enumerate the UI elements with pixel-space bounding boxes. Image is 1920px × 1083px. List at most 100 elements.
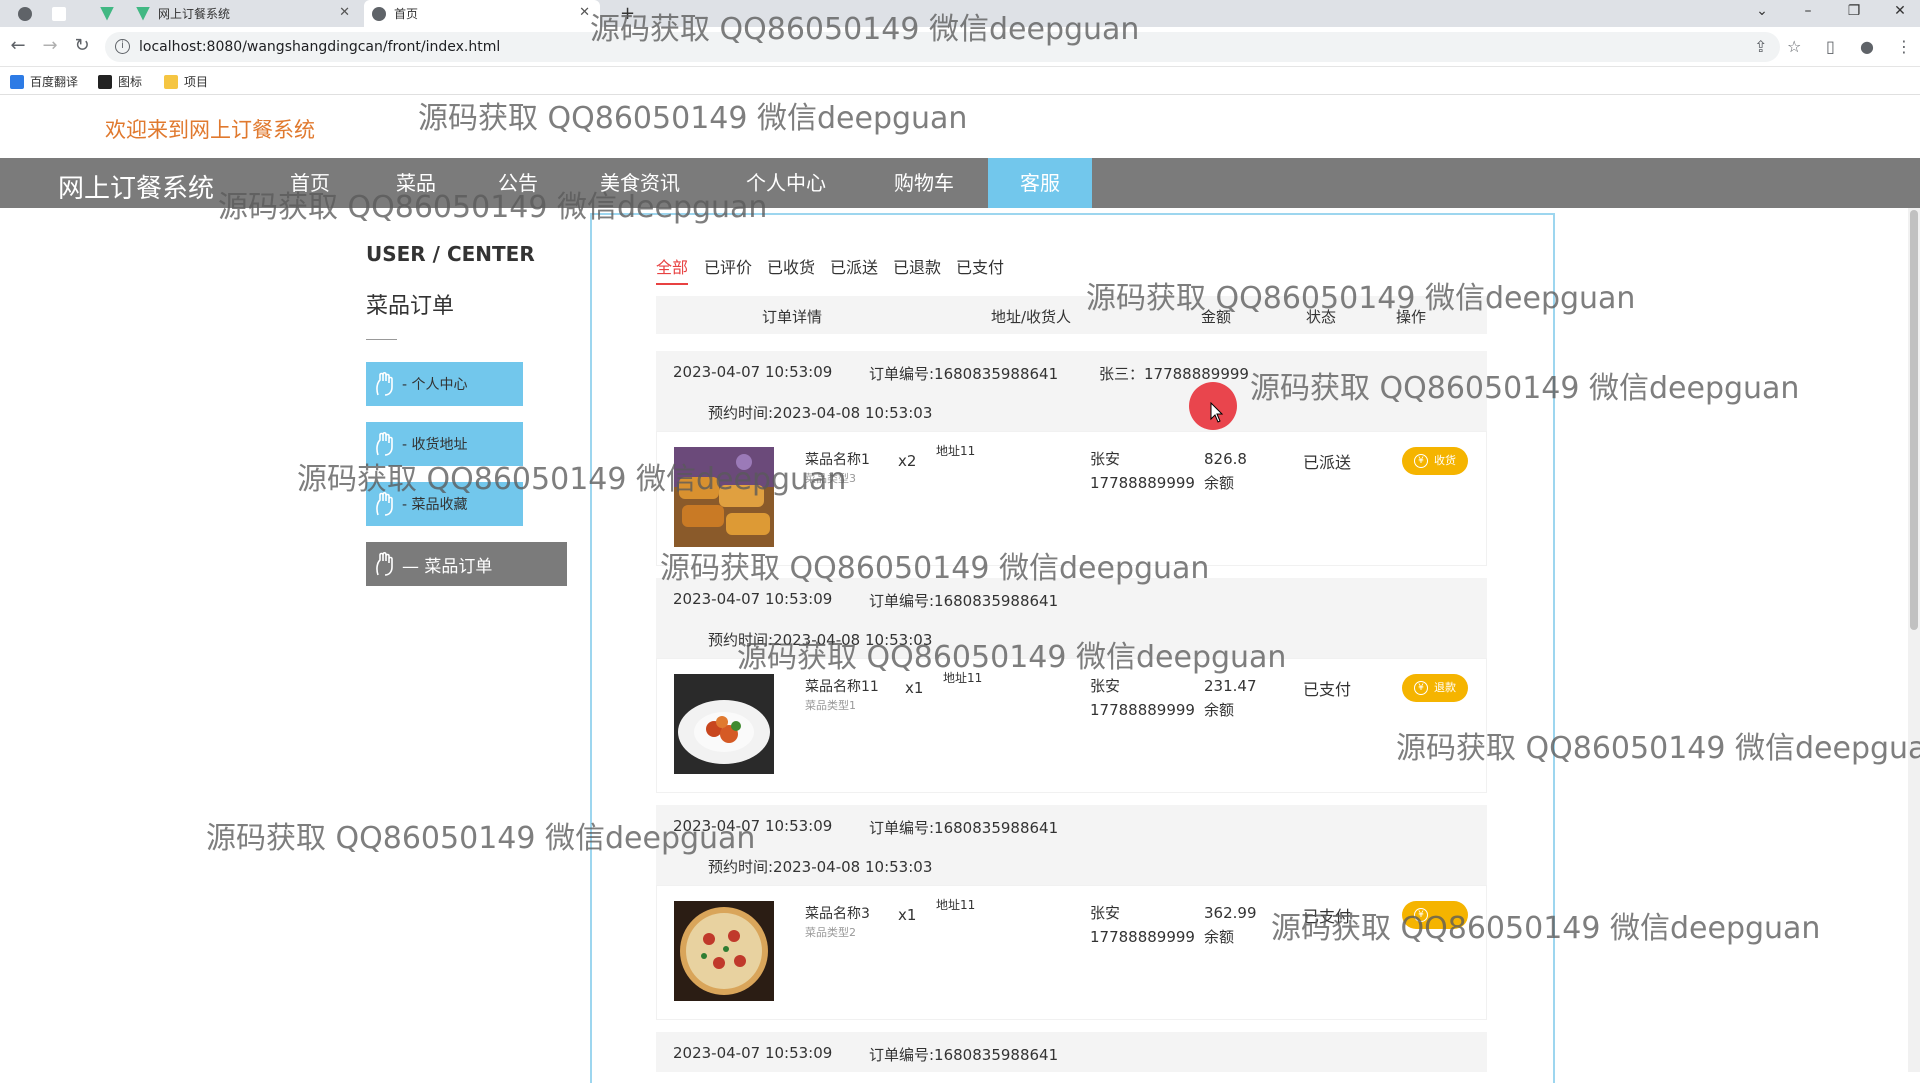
- globe-icon: [18, 6, 32, 21]
- nav-home[interactable]: 首页: [270, 158, 350, 208]
- receiver-name: 张安: [1090, 450, 1121, 468]
- order-date: 2023-04-07 10:53:09: [673, 590, 833, 608]
- mouse-cursor-icon: [1210, 402, 1224, 423]
- menu-dots-icon[interactable]: ⋮: [1896, 37, 1912, 56]
- dish-name: 菜品名称1: [805, 452, 870, 468]
- site-info-icon[interactable]: i: [115, 39, 130, 54]
- receiver-name: 张安: [1090, 904, 1121, 922]
- orders-table-header: 订单详情 地址/收货人 金额 状态 操作: [656, 296, 1487, 334]
- nav-customer-service[interactable]: 客服: [988, 158, 1092, 208]
- divider: [366, 339, 397, 340]
- receiver-phone: 17788889999: [1090, 928, 1195, 946]
- dish-type: 菜品类型1: [805, 699, 856, 712]
- receiver-name: 张安: [1090, 677, 1121, 695]
- nav-dishes[interactable]: 菜品: [376, 158, 456, 208]
- order-item: 菜品名称3 菜品类型2 x1 地址11 张安 17788889999 362.9…: [656, 885, 1487, 1020]
- header-actions: 操作: [1396, 308, 1427, 326]
- filter-refunded[interactable]: 已退款: [893, 254, 941, 278]
- dish-image[interactable]: [674, 901, 774, 1001]
- browser-tab-home[interactable]: 首页 ✕: [364, 0, 600, 27]
- order-header: 2023-04-07 10:53:09 订单编号:1680835988641: [656, 1032, 1487, 1072]
- browser-tab-pinned[interactable]: [10, 0, 40, 27]
- address-toolbar: ← → ↻ i localhost:8080/wangshangdingcan/…: [0, 27, 1920, 67]
- dish-photo-pastry: [674, 447, 774, 547]
- new-tab-button[interactable]: +: [612, 0, 642, 27]
- yen-icon: ¥: [1414, 454, 1428, 468]
- dish-type: 菜品类型2: [805, 926, 856, 939]
- browser-tab-blank[interactable]: [44, 0, 74, 27]
- order-number: 订单编号:1680835988641: [869, 592, 1059, 610]
- share-icon[interactable]: ⇪: [1754, 37, 1767, 56]
- profile-icon[interactable]: ●: [1860, 37, 1874, 56]
- yen-icon: ¥: [1414, 681, 1428, 695]
- delivery-address: 地址11: [936, 898, 976, 912]
- filter-paid[interactable]: 已支付: [956, 254, 1004, 278]
- order-header: 2023-04-07 10:53:09 订单编号:1680835988641 预…: [656, 578, 1487, 658]
- url-text: localhost:8080/wangshangdingcan/front/in…: [139, 39, 501, 55]
- browser-tab-ordering-system[interactable]: 网上订餐系统 ✕: [128, 0, 360, 27]
- hand-icon: [376, 431, 393, 456]
- browser-tab-vue[interactable]: [92, 0, 122, 27]
- tab-title: 首页: [394, 7, 419, 21]
- filter-reviewed[interactable]: 已评价: [704, 254, 752, 278]
- filter-received[interactable]: 已收货: [767, 254, 815, 278]
- bookmark-icons[interactable]: 图标: [98, 73, 142, 90]
- delivery-address: 地址11: [936, 444, 976, 458]
- filter-delivered[interactable]: 已派送: [830, 254, 878, 278]
- nav-personal-center[interactable]: 个人中心: [734, 158, 838, 208]
- order-status: 已支付: [1303, 907, 1352, 926]
- nav-food-news[interactable]: 美食资讯: [588, 158, 692, 208]
- reload-icon[interactable]: ↻: [70, 35, 94, 56]
- page-scrollbar-thumb[interactable]: [1910, 210, 1918, 630]
- menu-favorites[interactable]: - 菜品收藏: [366, 482, 523, 526]
- order-date: 2023-04-07 10:53:09: [673, 363, 833, 381]
- minimize-icon[interactable]: –: [1788, 3, 1828, 19]
- menu-personal-center[interactable]: - 个人中心: [366, 362, 523, 406]
- watermark: 源码获取 QQ86050149 微信deepguan: [418, 101, 968, 136]
- dish-photo-pizza: [674, 901, 774, 1001]
- order-number: 订单编号:1680835988641: [869, 365, 1059, 383]
- payment-method: 余额: [1204, 474, 1235, 492]
- site-nav: 网上订餐系统 首页 菜品 公告 美食资讯 个人中心 购物车 客服: [0, 158, 1920, 208]
- folder-icon: [164, 74, 178, 89]
- back-icon[interactable]: ←: [6, 35, 30, 56]
- delivery-address: 地址11: [943, 671, 983, 685]
- filter-all[interactable]: 全部: [656, 254, 689, 285]
- bookmarks-bar: 百度翻译 图标 项目: [0, 67, 1920, 95]
- bookmark-baidu-translate[interactable]: 百度翻译: [10, 73, 78, 90]
- payment-method: 余额: [1204, 701, 1235, 719]
- vue-icon: [100, 6, 114, 21]
- address-bar[interactable]: i localhost:8080/wangshangdingcan/front/…: [105, 32, 1780, 62]
- order-header: 2023-04-07 10:53:09 订单编号:1680835988641 预…: [656, 805, 1487, 885]
- order-item: 菜品名称11 菜品类型1 x1 地址11 张安 17788889999 231.…: [656, 658, 1487, 793]
- dish-image[interactable]: [674, 447, 774, 547]
- page-icon: [52, 6, 66, 21]
- receive-button[interactable]: ¥ 收货: [1402, 447, 1468, 475]
- nav-notice[interactable]: 公告: [478, 158, 558, 208]
- bookmark-star-icon[interactable]: ☆: [1787, 37, 1801, 56]
- menu-shipping-address[interactable]: - 收货地址: [366, 422, 523, 466]
- user-center-subtitle: 菜品订单: [366, 294, 455, 319]
- close-window-icon[interactable]: ✕: [1880, 3, 1920, 19]
- side-panel-icon[interactable]: ▯: [1826, 37, 1835, 56]
- image-icon: [98, 74, 112, 89]
- browser-tab-bar: 网上订餐系统 ✕ 首页 ✕ + ⌄ – ❐ ✕: [0, 0, 1920, 27]
- menu-dish-orders[interactable]: — 菜品订单: [366, 542, 567, 586]
- close-tab-icon[interactable]: ✕: [579, 5, 590, 20]
- header-order-details: 订单详情: [762, 308, 823, 326]
- nav-cart[interactable]: 购物车: [872, 158, 976, 208]
- dish-image[interactable]: [674, 674, 774, 774]
- order-header: 2023-04-07 10:53:09 订单编号:1680835988641 张…: [656, 351, 1487, 431]
- site-brand[interactable]: 网上订餐系统: [58, 168, 214, 205]
- bookmark-project[interactable]: 项目: [164, 73, 208, 90]
- close-tab-icon[interactable]: ✕: [339, 5, 350, 20]
- action-button[interactable]: ¥: [1402, 901, 1468, 929]
- forward-icon[interactable]: →: [38, 35, 62, 56]
- tab-search-icon[interactable]: ⌄: [1742, 3, 1782, 19]
- refund-button[interactable]: ¥ 退款: [1402, 674, 1468, 702]
- dish-quantity: x2: [898, 452, 917, 470]
- restore-icon[interactable]: ❐: [1834, 3, 1874, 19]
- dish-name: 菜品名称11: [805, 679, 879, 695]
- payment-method: 余额: [1204, 928, 1235, 946]
- globe-icon: [372, 6, 386, 21]
